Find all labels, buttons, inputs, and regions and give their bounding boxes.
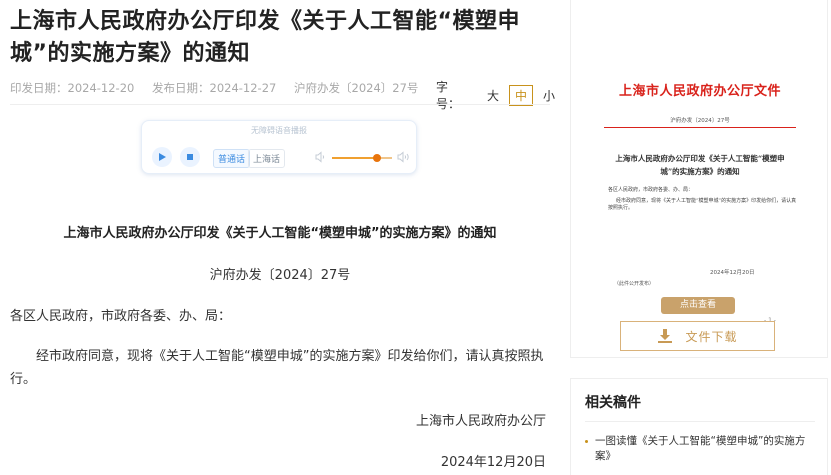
publish-date: 发布日期：2024-12-27 xyxy=(152,81,277,95)
related-item-link[interactable]: 一图读懂《关于人工智能“模塑申城”的实施方案》 xyxy=(595,435,805,462)
related-title: 相关稿件 xyxy=(585,395,641,411)
page-title: 上海市人民政府办公厅印发《关于人工智能“模塑申城”的实施方案》的通知 xyxy=(10,9,520,66)
issue-date: 印发日期：2024-12-20 xyxy=(10,81,135,95)
view-document-button[interactable]: 点击查看 xyxy=(661,297,735,314)
article-main: 上海市人民政府办公厅印发《关于人工智能“模塑申城”的实施方案》的通知 印发日期：… xyxy=(0,0,560,475)
thumbnail-body: 经市政府同意，现将《关于人工智能“模塑申城”的实施方案》印发给你们，请认真按照执… xyxy=(608,198,797,211)
document-number: 沪府办发〔2024〕27号 xyxy=(209,268,351,283)
bullet-icon xyxy=(585,440,588,443)
stop-icon xyxy=(187,154,193,160)
stop-button[interactable] xyxy=(180,147,200,167)
thumbnail-org-header: 上海市人民政府办公厅文件 xyxy=(618,84,781,99)
font-size-small-button[interactable]: 小 xyxy=(538,86,560,105)
font-size-large-button[interactable]: 大 xyxy=(482,86,504,105)
player-caption: 无障碍语音播报 xyxy=(251,126,307,135)
related-divider xyxy=(585,421,815,422)
volume-fill xyxy=(332,157,377,159)
document-heading: 上海市人民政府办公厅印发《关于人工智能“模塑申城”的实施方案》的通知 xyxy=(63,226,497,241)
language-mandarin-button[interactable]: 普通话 xyxy=(213,149,251,168)
document-thumbnail[interactable]: 上海市人民政府办公厅文件 沪府办发〔2024〕27号 上海市人民政府办公厅印发《… xyxy=(600,70,800,324)
related-articles-panel: 相关稿件 一图读懂《关于人工智能“模塑申城”的实施方案》 xyxy=(570,378,828,475)
download-label: 文件下载 xyxy=(685,329,738,344)
language-shanghainese-button[interactable]: 上海话 xyxy=(248,149,286,168)
related-item[interactable]: 一图读懂《关于人工智能“模塑申城”的实施方案》 xyxy=(585,434,817,464)
play-icon xyxy=(159,153,166,161)
volume-slider[interactable] xyxy=(332,154,392,162)
volume-down-icon[interactable] xyxy=(315,151,327,163)
document-signature: 上海市人民政府办公厅 xyxy=(415,414,546,429)
document-date: 2024年12月20日 xyxy=(440,455,546,470)
thumbnail-red-rule xyxy=(604,127,796,128)
thumbnail-title: 上海市人民政府办公厅印发《关于人工智能“模塑申城”的实施方案》的通知 xyxy=(615,154,785,176)
font-size-medium-button[interactable]: 中 xyxy=(508,84,533,106)
audio-player: 无障碍语音播报 普通话 上海话 xyxy=(141,120,417,174)
meta-divider xyxy=(10,104,550,105)
thumbnail-salutation: 各区人民政府，市政府各委、办、局： xyxy=(608,187,694,193)
font-size-switcher: 字号： 大 中 小 xyxy=(436,78,560,112)
volume-knob[interactable] xyxy=(373,154,381,162)
thumbnail-doc-number: 沪府办发〔2024〕27号 xyxy=(670,118,730,124)
document-salutation: 各区人民政府，市政府各委、办、局： xyxy=(10,309,232,324)
document-paragraph: 经市政府同意，现将《关于人工智能“模塑申城”的实施方案》印发给你们，请认真按照执… xyxy=(10,349,544,387)
play-button[interactable] xyxy=(152,147,172,167)
volume-up-icon[interactable] xyxy=(397,151,411,163)
font-size-label: 字号： xyxy=(436,80,461,111)
download-file-button[interactable]: 文件下载 xyxy=(620,321,775,351)
thumbnail-date: 2024年12月20日 xyxy=(710,270,755,276)
meta-doc-number: 沪府办发〔2024〕27号 xyxy=(294,81,419,95)
article-meta: 印发日期：2024-12-20 发布日期：2024-12-27 沪府办发〔202… xyxy=(10,80,432,96)
download-icon xyxy=(658,329,673,343)
thumbnail-note: （此件公开发布） xyxy=(614,281,655,287)
